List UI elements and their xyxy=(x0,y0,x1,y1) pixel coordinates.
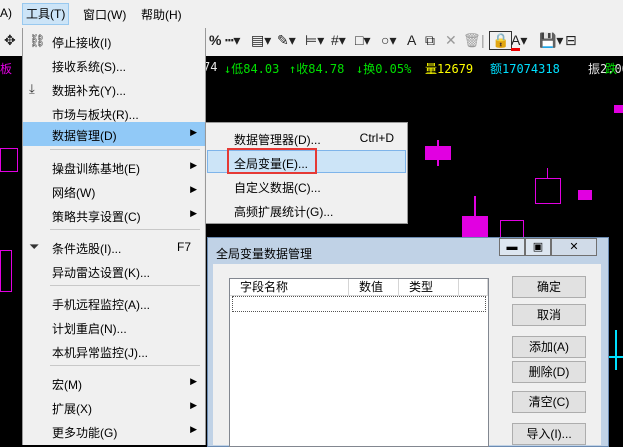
ticker-low: ↓低84.03 xyxy=(224,62,280,76)
submenu-arrow-icon: ▶ xyxy=(190,208,197,218)
menu-item-extension[interactable]: 扩展(X) ▶ xyxy=(23,395,205,419)
ticker-left-fragment: 板 xyxy=(0,62,13,76)
cancel-button[interactable]: 取消 xyxy=(512,304,586,326)
chart-candle xyxy=(535,178,561,204)
maximize-icon[interactable]: ▣ xyxy=(525,238,551,256)
minimize-icon[interactable]: ▬ xyxy=(499,238,525,256)
download-icon: ⤓ xyxy=(29,81,35,96)
menu-item-data-management[interactable]: 数据管理(D) ▶ xyxy=(23,122,205,146)
table-row[interactable] xyxy=(232,296,486,312)
column-header-filler xyxy=(459,279,488,296)
dialog-title: 全局变量数据管理 xyxy=(216,247,313,261)
chart-candle xyxy=(614,105,623,113)
lock-icon[interactable]: 🔒 xyxy=(489,31,513,50)
annotation-highlight-box xyxy=(227,148,317,174)
import-button[interactable]: 导入(I)... xyxy=(512,423,586,445)
column-header-type[interactable]: 类型 xyxy=(399,279,459,296)
submenu-arrow-icon: ▶ xyxy=(190,160,197,170)
circle-icon[interactable]: ○▾ xyxy=(381,32,396,49)
submenu-arrow-icon: ▶ xyxy=(190,424,197,434)
submenu-item-custom-data[interactable]: 自定义数据(C)... xyxy=(207,174,406,197)
clear-button[interactable]: 清空(C) xyxy=(512,391,586,413)
ticker-close: ↑收84.78 xyxy=(289,62,345,76)
toolbar-left: ✥ xyxy=(0,28,22,56)
menubar-item-window[interactable]: 窗口(W) xyxy=(83,6,126,23)
submenu-item-data-manager[interactable]: 数据管理器(D)... Ctrl+D xyxy=(207,126,406,149)
ok-button[interactable]: 确定 xyxy=(512,276,586,298)
menu-separator xyxy=(50,229,200,230)
tools-menu: ⛓ 停止接收(I) 接收系统(S)... ⤓ 数据补充(Y)... 市场与板块(… xyxy=(22,28,206,445)
delete-button[interactable]: 删除(D) xyxy=(512,361,586,383)
ticker-turnover: ↓换0.05% xyxy=(356,62,412,76)
chart-wick xyxy=(547,168,548,178)
copy-icon[interactable]: ⧉ xyxy=(425,32,435,49)
menu-item-condition-select[interactable]: ⏷ 条件选股(I)... F7 xyxy=(23,235,205,259)
submenu-arrow-icon: ▶ xyxy=(190,400,197,410)
menubar-item-help[interactable]: 帮助(H) xyxy=(141,6,182,23)
drawing-toolbar: % ┅▾ ▤▾ ✎▾ ⊨▾ #▾ □▾ ○▾ A ⧉ ✕ 🗑 | 🔒 A▾ 💾▾… xyxy=(205,28,623,56)
ticker-volume: 量12679 xyxy=(425,62,474,76)
menu-separator xyxy=(50,365,200,366)
chart-wick xyxy=(437,140,439,166)
more-icon[interactable]: ⊟ xyxy=(565,32,577,49)
link-icon: ⛓ xyxy=(29,33,46,48)
percent-icon[interactable]: % xyxy=(209,32,221,48)
chart-candle-left xyxy=(0,250,12,292)
menu-item-mobile-monitor[interactable]: 手机远程监控(A)... xyxy=(23,291,205,315)
quote-ticker: 74 ↓低84.03 ↑收84.78 ↓换0.05% 量12679 额17074… xyxy=(203,56,623,78)
submenu-item-hf-stats[interactable]: 高频扩展统计(G)... xyxy=(207,198,406,221)
grid-icon[interactable]: #▾ xyxy=(331,32,346,49)
trash-icon[interactable]: 🗑 xyxy=(463,32,481,49)
menu-separator xyxy=(50,149,200,150)
close-icon[interactable]: ✕ xyxy=(551,238,597,256)
menu-item-receive-system[interactable]: 接收系统(S)... xyxy=(23,53,205,77)
chart-wick xyxy=(474,196,476,220)
column-header-field-name[interactable]: 字段名称 xyxy=(230,279,349,296)
menu-item-stop-receive[interactable]: ⛓ 停止接收(I) xyxy=(23,29,205,53)
chart-candle xyxy=(578,190,592,200)
ticker-amount: 额17074318 xyxy=(490,62,560,76)
ticker-trailing: 跌 xyxy=(605,62,618,76)
menu-item-data-supplement[interactable]: ⤓ 数据补充(Y)... xyxy=(23,77,205,101)
rectangle-icon[interactable]: □▾ xyxy=(355,32,370,49)
line-width-icon[interactable]: ▤▾ xyxy=(251,32,271,49)
menu-bar: A) 工具(T) 窗口(W) 帮助(H) xyxy=(0,0,623,28)
pen-icon[interactable]: ✎▾ xyxy=(277,32,296,49)
font-color-icon[interactable]: A▾ xyxy=(511,32,527,51)
submenu-arrow-icon: ▶ xyxy=(190,184,197,194)
menu-item-more-functions[interactable]: 更多功能(G) ▶ xyxy=(23,419,205,443)
line-style-icon[interactable]: ┅▾ xyxy=(225,32,240,49)
menu-item-local-monitor[interactable]: 本机异常监控(J)... xyxy=(23,339,205,363)
menu-item-network[interactable]: 网络(W) ▶ xyxy=(23,179,205,203)
column-header-value[interactable]: 数值 xyxy=(349,279,399,296)
submenu-arrow-icon: ▶ xyxy=(190,376,197,386)
chart-crosshair-v xyxy=(615,330,617,370)
move-icon[interactable]: ✥ xyxy=(4,32,16,49)
menu-item-training-base[interactable]: 操盘训练基地(E) ▶ xyxy=(23,155,205,179)
menubar-item-tools[interactable]: 工具(T) xyxy=(22,3,70,25)
separator-icon: | xyxy=(481,32,485,48)
menubar-item-a[interactable]: A) xyxy=(0,6,12,20)
menu-item-scheduled-restart[interactable]: 计划重启(N)... xyxy=(23,315,205,339)
align-icon[interactable]: ⊨▾ xyxy=(305,32,324,49)
submenu-arrow-icon: ▶ xyxy=(190,127,197,137)
menu-item-strategy-share[interactable]: 策略共享设置(C) ▶ xyxy=(23,203,205,227)
text-icon[interactable]: A xyxy=(407,32,416,48)
save-icon[interactable]: 💾▾ xyxy=(539,32,563,49)
menu-item-macro[interactable]: 宏(M) ▶ xyxy=(23,371,205,395)
filter-icon: ⏷ xyxy=(29,239,40,254)
chart-candle-left xyxy=(0,148,18,172)
menu-separator xyxy=(50,285,200,286)
add-button[interactable]: 添加(A) xyxy=(512,336,586,358)
close-icon[interactable]: ✕ xyxy=(445,32,457,49)
menu-item-radar-settings[interactable]: 异动雷达设置(K)... xyxy=(23,259,205,283)
